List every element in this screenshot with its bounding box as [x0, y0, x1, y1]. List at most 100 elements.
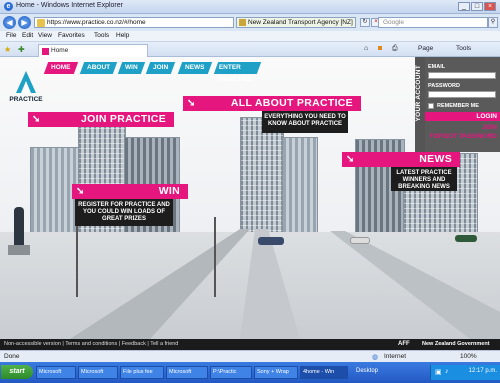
status-bar: Done ◍ Internet 100% [0, 350, 500, 362]
desktop-label[interactable]: Desktop [356, 368, 378, 374]
address-row: ◀ ▶ https://www.practice.co.nz/#/home Ne… [0, 14, 500, 31]
about-practice-subtext: EVERYTHING YOU NEED TO KNOW ABOUT PRACTI… [262, 111, 348, 133]
taskbar-item[interactable]: Microsoft [36, 366, 76, 379]
menu-view[interactable]: View [38, 32, 52, 39]
about-practice-banner[interactable]: ➘ ALL ABOUT PRACTICE [183, 96, 361, 111]
search-input[interactable]: Google [378, 17, 488, 28]
home-icon[interactable]: ⌂ [364, 45, 368, 52]
menu-bar: File Edit View Favorites Tools Help [0, 31, 500, 42]
join-practice-title: JOIN PRACTICE [81, 113, 166, 125]
about-practice-title: ALL ABOUT PRACTICE [230, 97, 353, 109]
nav-win[interactable]: WIN [117, 62, 145, 74]
search-placeholder: Google [383, 19, 404, 26]
website-viewport: PRACTICE HOME ABOUT WIN JOIN NEWS ENTER … [0, 57, 500, 339]
nav-news[interactable]: NEWS [177, 62, 212, 74]
join-link[interactable]: JOIN [425, 123, 500, 132]
lock-icon [37, 19, 45, 27]
win-title: WIN [158, 185, 180, 197]
tab-row: ★ ✚ Home ⌂ ◙ ⎙ Page Tools [0, 42, 500, 57]
certificate-text: New Zealand Transport Agency [NZ] [248, 19, 353, 26]
nav-join[interactable]: JOIN [145, 62, 176, 74]
account-label: YOUR ACCOUNT [415, 65, 422, 122]
practice-logo[interactable]: PRACTICE [8, 67, 44, 107]
nav-about[interactable]: ABOUT [79, 62, 118, 74]
volume-icon[interactable]: ♪ [445, 368, 449, 375]
menu-help[interactable]: Help [116, 32, 129, 39]
page-menu[interactable]: Page [418, 45, 433, 52]
nav-join-label: JOIN [153, 64, 169, 71]
maximize-button[interactable]: □ [471, 2, 483, 11]
nav-win-label: WIN [125, 64, 138, 71]
footer-links[interactable]: Non-accessible version | Terms and condi… [4, 341, 178, 347]
certificate-icon [239, 19, 246, 26]
car [258, 237, 284, 245]
remember-me-checkbox[interactable] [428, 103, 434, 109]
taskbar-item-active[interactable]: 4home - Win [300, 366, 348, 379]
forward-button[interactable]: ▶ [18, 16, 31, 29]
statue-base [8, 245, 30, 255]
favorites-star-icon[interactable]: ★ [4, 45, 11, 54]
nav-home-label: HOME [51, 64, 71, 71]
arrow-icon: ➘ [187, 98, 196, 109]
nav-home[interactable]: HOME [43, 62, 78, 74]
plaza-paths [70, 229, 500, 339]
menu-favorites[interactable]: Favorites [58, 32, 85, 39]
password-field[interactable] [428, 91, 496, 98]
sponsor-aff: AFF [398, 341, 410, 347]
nav-enter-practice-label: ENTER PRACTICE [218, 64, 253, 83]
site-footer: Non-accessible version | Terms and condi… [0, 339, 500, 350]
refresh-icon[interactable]: ↻ [360, 18, 370, 27]
forgot-password-link[interactable]: FORGOT PASSWORD [425, 132, 500, 141]
login-button[interactable]: LOGIN [425, 112, 500, 121]
taskbar-item[interactable]: P:\Practic [210, 366, 252, 379]
clock: 12:17 p.m. [468, 368, 497, 374]
taskbar-item[interactable]: Microsoft [78, 366, 118, 379]
win-banner[interactable]: ➘ WIN [72, 184, 188, 199]
account-tab[interactable]: YOUR ACCOUNT [415, 57, 425, 152]
print-icon[interactable]: ⎙ [392, 45, 398, 53]
zoom-level[interactable]: 100% [460, 353, 477, 360]
menu-file[interactable]: File [6, 32, 16, 39]
feeds-icon[interactable]: ◙ [378, 45, 382, 52]
zone-text: Internet [384, 353, 407, 360]
arrow-icon: ➘ [346, 154, 355, 165]
tab-title: Home [51, 47, 69, 54]
certificate-indicator[interactable]: New Zealand Transport Agency [NZ] [236, 17, 356, 28]
start-button[interactable]: start [1, 365, 33, 379]
nav-news-label: NEWS [185, 64, 205, 71]
taskbar-item[interactable]: Sony + Wrap [254, 366, 298, 379]
tab-home[interactable]: Home [38, 44, 148, 57]
light-pole [214, 217, 216, 297]
ie-logo-icon: e [4, 2, 13, 11]
taskbar-item[interactable]: File plus fee [120, 366, 164, 379]
news-title: NEWS [419, 153, 452, 165]
system-tray: ▣ ♪ 12:17 p.m. [430, 365, 500, 380]
nav-enter-practice[interactable]: ENTER PRACTICE [213, 62, 262, 83]
search-icon[interactable]: ⚲ [488, 17, 498, 28]
address-text: https://www.practice.co.nz/#/home [47, 19, 146, 26]
news-banner[interactable]: ➘ NEWS [342, 152, 460, 167]
status-text: Done [4, 353, 20, 360]
title-bar: e Home - Windows Internet Explorer _ □ × [0, 0, 500, 14]
tools-menu[interactable]: Tools [456, 45, 471, 52]
password-label: PASSWORD [428, 83, 460, 89]
minimize-button[interactable]: _ [458, 2, 470, 11]
address-bar[interactable]: https://www.practice.co.nz/#/home [34, 17, 234, 28]
add-favorite-icon[interactable]: ✚ [18, 45, 25, 54]
arrow-icon: ➘ [76, 186, 85, 197]
back-button[interactable]: ◀ [3, 16, 16, 29]
car [455, 235, 477, 242]
taskbar-item[interactable]: Microsoft [166, 366, 208, 379]
taskbar: start Microsoft Microsoft File plus fee … [0, 362, 500, 383]
menu-tools[interactable]: Tools [94, 32, 109, 39]
nav-about-label: ABOUT [87, 64, 111, 71]
close-button[interactable]: × [484, 2, 496, 11]
news-subtext: LATEST PRACTICE WINNERS AND BREAKING NEW… [391, 167, 457, 191]
network-icon[interactable]: ▣ [435, 368, 442, 376]
join-practice-banner[interactable]: ➘ JOIN PRACTICE [28, 112, 174, 127]
email-field[interactable] [428, 72, 496, 79]
arrow-icon: ➘ [32, 114, 41, 125]
internet-zone-icon: ◍ [372, 354, 379, 361]
menu-edit[interactable]: Edit [22, 32, 33, 39]
car [350, 237, 370, 244]
